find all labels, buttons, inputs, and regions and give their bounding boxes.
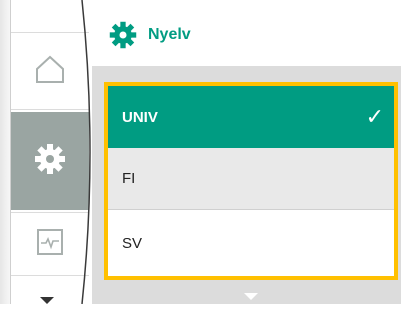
chevron-down-icon[interactable]	[40, 292, 54, 310]
nav-rail	[0, 0, 96, 304]
waveform-icon	[35, 227, 65, 262]
option-label: FI	[122, 170, 136, 187]
page-header: Nyelv	[96, 0, 401, 66]
option-label: SV	[122, 234, 143, 252]
page-title: Nyelv	[148, 26, 191, 43]
gear-icon	[108, 20, 138, 55]
list-item-univ[interactable]: UNIV ✓	[108, 86, 394, 148]
check-icon: ✓	[365, 104, 384, 129]
gear-icon	[33, 142, 67, 181]
list-item-fi[interactable]: FI	[108, 148, 394, 210]
scroll-down-icon[interactable]	[244, 288, 258, 306]
home-icon	[33, 52, 67, 91]
rail-edge	[0, 0, 11, 304]
list-item-sv[interactable]: SV	[108, 210, 394, 276]
language-list: UNIV ✓ FI SV	[104, 82, 398, 280]
option-label: UNIV	[122, 108, 158, 126]
